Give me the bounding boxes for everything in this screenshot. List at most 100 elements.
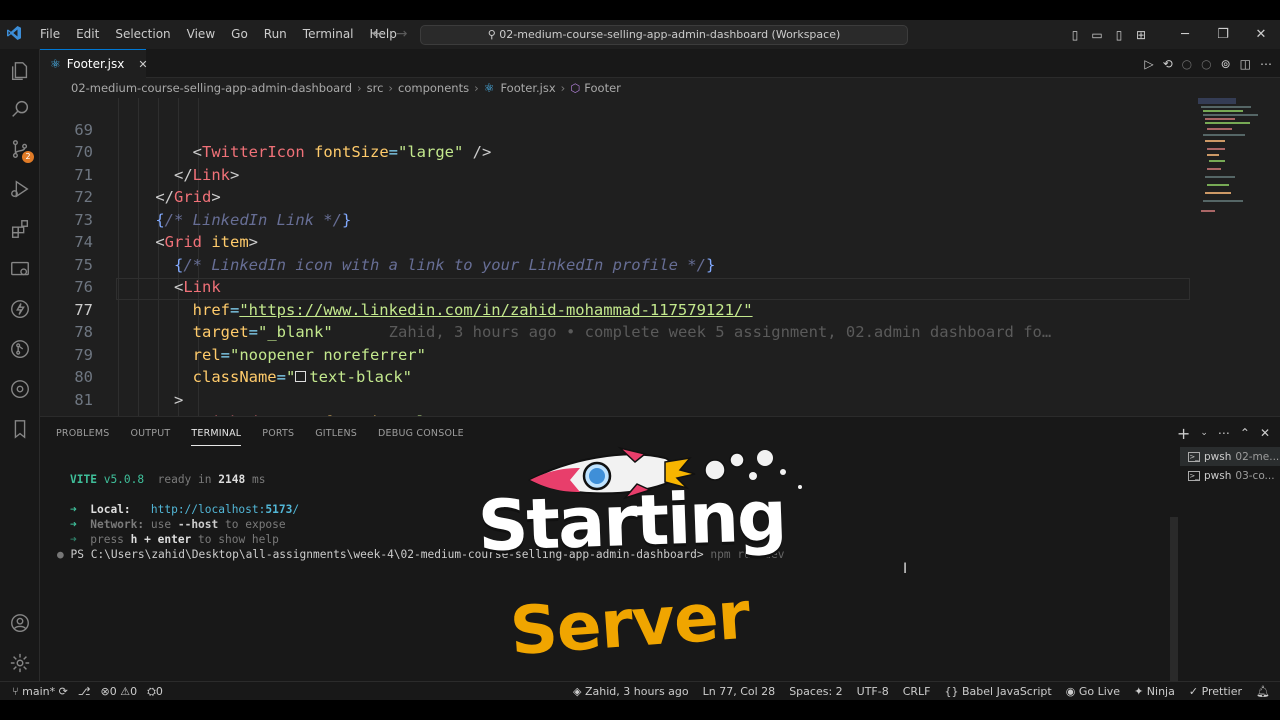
accounts-icon[interactable] [8,611,32,635]
status-ports[interactable]: ⛭0 [147,685,163,699]
ready-text: ready in [157,473,212,486]
thunder-client-icon[interactable] [8,297,32,321]
menu-terminal[interactable]: Terminal [295,20,362,49]
overlay-starting-text: Starting [476,474,787,568]
toggle-panel-icon[interactable]: ▭ [1086,28,1108,42]
workspace-title: 02-medium-course-selling-app-admin-dashb… [499,28,841,41]
menu-edit[interactable]: Edit [68,20,107,49]
status-problems[interactable]: ⊗0 ⚠0 [101,685,138,698]
overlay-server-text: Server [507,576,752,671]
new-terminal-icon[interactable]: + [1177,424,1190,443]
tab-footer-jsx[interactable]: ⚛ Footer.jsx ✕ [40,49,148,78]
broadcast-icon: ◉ [1065,685,1076,698]
blame-text: Zahid, 3 hours ago [584,685,689,698]
gitlens-commit-icon[interactable]: ⊚ [1221,57,1231,71]
error-icon: ⊗ [100,685,110,698]
ready-ms: 2148 [218,473,246,486]
menu-selection[interactable]: Selection [107,20,178,49]
tab-ports[interactable]: PORTS [262,428,294,439]
local-label: Local: [90,503,131,516]
open-changes-icon[interactable]: ⟲ [1163,57,1173,71]
menu-view[interactable]: View [179,20,223,49]
terminal-instance-2[interactable]: >_ pwsh 03-co... [1180,466,1280,485]
next-change-icon[interactable]: ○ [1201,57,1211,71]
local-url[interactable]: http://localhost: [151,503,266,516]
command-center-search[interactable]: ⚲ 02-medium-course-selling-app-admin-das… [420,25,908,45]
status-left: ⑂ main* ⟳ ⎇ ⊗0 ⚠0 ⛭0 [12,682,163,701]
ninja-label: Ninja [1146,685,1175,698]
navigation-arrows: ← → [372,20,407,49]
status-eol[interactable]: CRLF [903,685,931,698]
gitlens-graph-icon[interactable]: ⎇ [78,685,91,698]
tab-output[interactable]: OUTPUT [130,428,170,439]
run-debug-icon[interactable] [8,177,32,201]
source-control-icon[interactable]: 2 [8,137,34,163]
status-ninja[interactable]: ✦ Ninja [1134,685,1175,698]
status-language[interactable]: {} Babel JavaScript [945,685,1052,698]
run-file-icon[interactable]: ▷ [1144,57,1153,71]
restore-button[interactable]: ❐ [1204,27,1242,42]
braces-icon: {} [944,685,959,698]
minimize-button[interactable]: ─ [1166,27,1204,42]
tab-problems[interactable]: PROBLEMS [56,428,109,439]
back-arrow-icon[interactable]: ← [372,20,384,49]
minimap[interactable] [1195,98,1280,416]
panel-actions: + ⌄ ⋯ ⌃ ✕ [1177,417,1270,449]
menu-file[interactable]: File [32,20,68,49]
explorer-icon[interactable] [8,59,32,83]
bookmarks-icon[interactable] [8,417,32,441]
breadcrumb-components[interactable]: components [398,81,469,95]
ninja-icon: ✦ [1134,685,1144,698]
git-branch-icon: ⑂ [12,685,19,698]
local-port[interactable]: 5173 [265,503,292,516]
terminal-scrollbar[interactable] [1170,517,1178,682]
chevron-down-icon[interactable]: ⌄ [1200,428,1208,438]
close-tab-icon[interactable]: ✕ [138,58,147,71]
letterbox-bottom [0,700,1280,720]
breadcrumb-workspace[interactable]: 02-medium-course-selling-app-admin-dashb… [71,81,352,95]
status-branch[interactable]: ⑂ main* ⟳ [12,685,68,698]
notifications-bell-icon[interactable]: 🔔︎ [1256,685,1270,698]
menu-run[interactable]: Run [256,20,295,49]
close-panel-icon[interactable]: ✕ [1260,426,1270,440]
status-blame[interactable]: ◈ Zahid, 3 hours ago [573,685,689,698]
previous-change-icon[interactable]: ○ [1182,57,1192,71]
split-editor-icon[interactable]: ◫ [1240,57,1251,71]
forward-arrow-icon[interactable]: → [396,20,408,49]
breadcrumb-symbol[interactable]: Footer [584,81,621,95]
toggle-secondary-sidebar-icon[interactable]: ▯ [1108,28,1130,42]
more-actions-icon[interactable]: ⋯ [1218,426,1230,440]
maximize-panel-icon[interactable]: ⌃ [1240,426,1250,440]
terminal-instance-1[interactable]: >_ pwsh 02-me... [1180,447,1280,466]
customize-layout-icon[interactable]: ⊞ [1130,28,1152,42]
ports-icon: ⛭ [147,684,156,698]
close-window-button[interactable]: ✕ [1242,27,1280,42]
extensions-icon[interactable] [8,217,32,241]
breadcrumb-file[interactable]: Footer.jsx [500,81,555,95]
status-go-live[interactable]: ◉ Go Live [1066,685,1120,698]
gitlens-icon[interactable] [8,337,32,361]
tab-debug-console[interactable]: DEBUG CONSOLE [378,428,464,439]
docker-icon[interactable] [8,377,32,401]
status-encoding[interactable]: UTF-8 [857,685,889,698]
status-position[interactable]: Ln 77, Col 28 [703,685,776,698]
breadcrumb-src[interactable]: src [367,81,384,95]
panel-tabs: PROBLEMS OUTPUT TERMINAL PORTS GITLENS D… [56,417,464,449]
remote-explorer-icon[interactable] [8,257,32,281]
more-actions-icon[interactable]: ⋯ [1260,57,1272,71]
code-line-70: 70 </Link> [40,119,1190,184]
manage-gear-icon[interactable] [8,651,32,675]
menu-go[interactable]: Go [223,20,256,49]
code-line-73: 73 <Grid item> [40,186,1190,252]
tab-terminal[interactable]: TERMINAL [191,421,242,446]
tab-gitlens[interactable]: GITLENS [315,428,357,439]
code-line-69: 69 <TwitterIcon fontSize="large" /> [40,98,1190,162]
status-indentation[interactable]: Spaces: 2 [789,685,842,698]
status-prettier[interactable]: ✓ Prettier [1189,685,1242,698]
code-editor[interactable]: 69 <TwitterIcon fontSize="large" /> 70 <… [40,98,1280,416]
terminal-shell: pwsh [1204,450,1232,463]
search-view-icon[interactable] [8,97,32,121]
activity-bar: 2 [0,49,40,681]
go-live-label: Go Live [1078,685,1121,698]
toggle-primary-sidebar-icon[interactable]: ▯ [1064,28,1086,42]
